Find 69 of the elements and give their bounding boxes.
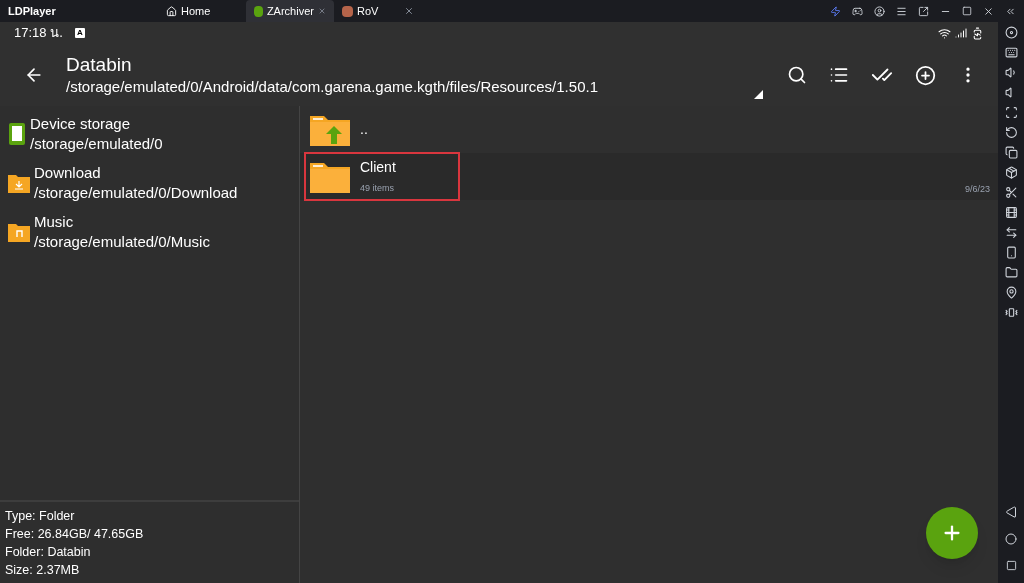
folder-path: /storage/emulated/0/Android/data/com.garena.game.kgth/files/Resources/1.50.1 xyxy=(66,77,599,97)
maximize-icon[interactable] xyxy=(962,6,972,16)
storage-item[interactable]: Download /storage/emulated/0/Download xyxy=(0,158,299,207)
record-icon[interactable] xyxy=(1004,26,1018,39)
storage-item[interactable]: Device storage /storage/emulated/0 xyxy=(0,109,299,158)
info-line: Folder: Databin xyxy=(5,544,92,561)
battery-icon xyxy=(971,26,984,40)
file-row[interactable]: .. xyxy=(300,106,998,153)
status-time: 17:18 น. xyxy=(14,24,63,43)
notification-badge: A xyxy=(74,28,85,38)
music-folder-icon xyxy=(8,221,30,242)
tab-label: RoV xyxy=(357,3,380,19)
volume-up-icon[interactable] xyxy=(1004,66,1018,79)
storage-path: /storage/emulated/0/Music xyxy=(34,231,210,252)
folder-icon[interactable] xyxy=(1004,266,1018,279)
rotate-icon[interactable] xyxy=(1004,126,1018,139)
info-line: Free: 26.84GB/ 47.65GB xyxy=(5,526,145,543)
list-view-icon[interactable] xyxy=(829,65,849,85)
add-button[interactable] xyxy=(926,507,978,559)
user-icon[interactable] xyxy=(874,5,885,17)
storage-name: Device storage xyxy=(30,113,132,134)
keyboard-icon[interactable] xyxy=(1004,46,1018,59)
app-icon xyxy=(254,5,263,17)
dropdown-corner-icon[interactable] xyxy=(754,90,763,99)
file-name: .. xyxy=(360,120,368,139)
bolt-icon[interactable] xyxy=(830,5,841,17)
package-icon[interactable] xyxy=(1004,166,1018,179)
location-icon[interactable] xyxy=(1004,286,1018,299)
emulator-tab[interactable]: Home xyxy=(158,0,246,22)
info-line: Size: 2.37MB xyxy=(5,562,81,579)
file-date: 9/6/23 xyxy=(964,182,990,196)
home-button-icon[interactable] xyxy=(1005,533,1017,545)
tab-label: Home xyxy=(181,3,212,19)
storage-path: /storage/emulated/0 xyxy=(30,133,163,154)
home-icon xyxy=(166,5,177,17)
info-line: Type: Folder xyxy=(5,508,76,525)
phone-icon[interactable] xyxy=(1004,246,1018,259)
shake-icon[interactable] xyxy=(1004,306,1018,319)
recents-icon[interactable] xyxy=(1005,560,1017,571)
storage-name: Download xyxy=(34,162,102,183)
storage-path: /storage/emulated/0/Download xyxy=(34,182,238,203)
multi-window-icon[interactable] xyxy=(1004,146,1018,159)
signal-icon xyxy=(955,27,967,39)
app-logo: LDPlayer xyxy=(8,3,57,19)
file-row[interactable]: Client 49 items 9/6/23 xyxy=(300,153,998,200)
menu-icon[interactable] xyxy=(896,5,907,17)
gamepad-icon[interactable] xyxy=(852,5,863,17)
file-name: Client xyxy=(360,158,396,178)
emulator-tab[interactable]: RoV xyxy=(334,0,422,22)
close-icon[interactable] xyxy=(404,6,414,16)
back-icon[interactable] xyxy=(1005,506,1017,518)
storage-name: Music xyxy=(34,211,75,232)
emulator-tab[interactable]: ZArchiver xyxy=(246,0,334,22)
app-icon xyxy=(342,5,353,17)
search-icon[interactable] xyxy=(787,65,807,85)
file-details: 49 items xyxy=(360,182,395,196)
folder-title: Databin xyxy=(66,53,133,77)
close-icon[interactable] xyxy=(983,5,994,17)
popout-icon[interactable] xyxy=(918,5,929,17)
screenshot-icon[interactable] xyxy=(1004,106,1018,119)
download-folder-icon xyxy=(8,172,30,193)
sync-icon[interactable] xyxy=(1004,226,1018,239)
scissors-icon[interactable] xyxy=(1004,186,1018,199)
video-icon[interactable] xyxy=(1004,206,1018,219)
add-icon[interactable] xyxy=(915,64,936,86)
storage-device-icon xyxy=(8,121,26,146)
tab-label: ZArchiver xyxy=(266,3,314,19)
storage-item[interactable]: Music /storage/emulated/0/Music xyxy=(0,207,299,256)
wifi-icon xyxy=(938,26,951,40)
